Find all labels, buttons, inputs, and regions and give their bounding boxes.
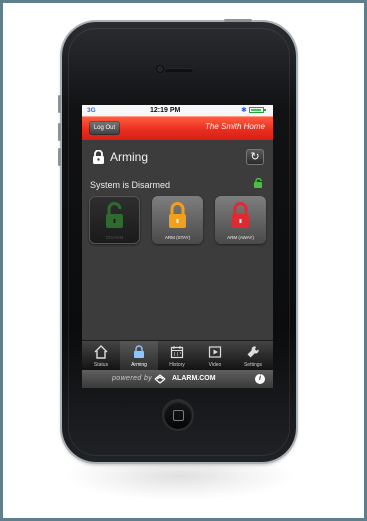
iphone-device: 3G 12:19 PM ✱ Log Out The Smith Home Arm…	[58, 19, 296, 462]
arm-away-lock-icon	[232, 202, 249, 228]
arm-stay-lock-icon	[169, 202, 186, 228]
arm-away-label: ARM (AWAY)	[227, 235, 254, 240]
calendar-icon	[170, 346, 184, 359]
unlocked-icon	[254, 178, 262, 188]
battery-icon	[249, 107, 266, 113]
tab-bar: Status Arming History Video Settings	[82, 340, 273, 371]
front-camera-icon	[157, 66, 163, 72]
arm-stay-label: ARM (STAY)	[164, 235, 191, 240]
power-button	[224, 19, 252, 22]
disarm-lock-icon	[106, 202, 123, 228]
tab-video[interactable]: Video	[196, 341, 234, 371]
phone-screen: 3G 12:19 PM ✱ Log Out The Smith Home Arm…	[82, 105, 273, 388]
app-header: Log Out The Smith Home	[82, 116, 273, 140]
tab-label: Arming	[131, 362, 147, 368]
powered-by-text: powered by	[112, 375, 153, 382]
volume-down-button	[58, 123, 61, 141]
tab-label: Settings	[243, 362, 263, 368]
tab-settings[interactable]: Settings	[234, 341, 272, 371]
video-icon	[208, 346, 222, 358]
page-title: Arming	[110, 150, 149, 164]
lock-icon	[134, 345, 144, 358]
brand-text: ALARM.COM	[172, 375, 216, 382]
status-bar: 3G 12:19 PM ✱	[82, 105, 273, 116]
clock: 12:19 PM	[150, 107, 181, 114]
arm-away-button[interactable]: ARM (AWAY)	[215, 196, 266, 244]
volume-up-button	[58, 95, 61, 113]
refresh-button[interactable]: ↻	[246, 149, 264, 165]
tab-status[interactable]: Status	[82, 341, 120, 371]
bluetooth-icon: ✱	[241, 107, 247, 114]
lock-icon	[93, 150, 104, 164]
info-icon[interactable]: i	[255, 374, 265, 384]
tab-history[interactable]: History	[158, 341, 196, 371]
disarm-label: DISARM	[105, 235, 124, 240]
tab-label: Video	[208, 362, 222, 368]
logout-button[interactable]: Log Out	[89, 121, 120, 135]
house-icon	[94, 345, 108, 359]
tab-label: Status	[93, 362, 109, 368]
mute-switch	[58, 148, 61, 166]
tab-arming[interactable]: Arming	[120, 341, 158, 371]
carrier-label: 3G	[87, 107, 96, 114]
system-status-text: System is Disarmed	[90, 180, 171, 190]
alarm-logo-icon	[154, 374, 166, 384]
arm-stay-button[interactable]: ARM (STAY)	[152, 196, 203, 244]
battery-fill	[251, 109, 261, 111]
powered-by-bar: powered by ALARM.COM i	[82, 370, 273, 388]
home-name: The Smith Home	[204, 122, 265, 131]
disarm-button[interactable]: DISARM	[89, 196, 140, 244]
wrench-icon	[247, 346, 259, 358]
home-button[interactable]	[164, 401, 192, 429]
tab-label: History	[169, 362, 185, 368]
earpiece-speaker	[165, 68, 193, 72]
